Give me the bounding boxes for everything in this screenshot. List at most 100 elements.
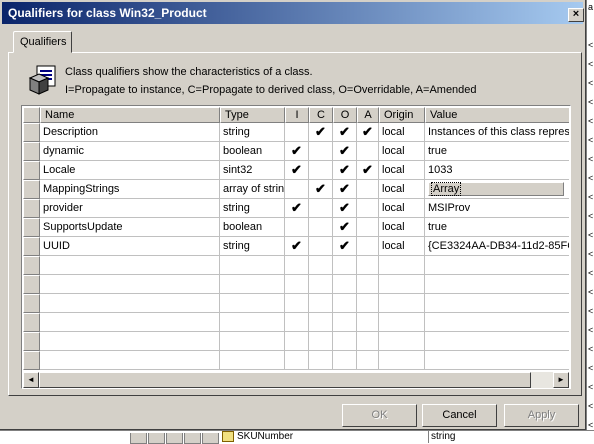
qualifier-a-flag[interactable] <box>357 142 379 161</box>
row-header[interactable] <box>23 351 40 370</box>
qualifier-i-flag[interactable]: ✔ <box>285 199 309 218</box>
cell-name[interactable]: SupportsUpdate <box>40 218 220 237</box>
cell-name[interactable]: MappingStrings <box>40 180 220 199</box>
cell-value[interactable]: true <box>425 142 569 161</box>
row-header[interactable] <box>23 256 40 275</box>
qualifier-i-flag[interactable] <box>285 180 309 199</box>
qualifier-a-flag[interactable] <box>357 218 379 237</box>
qualifier-i-flag[interactable] <box>285 123 309 142</box>
cancel-button[interactable]: Cancel <box>422 404 497 427</box>
qualifier-c-flag[interactable] <box>309 142 333 161</box>
empty-cell <box>357 332 379 351</box>
qualifier-c-flag[interactable] <box>309 237 333 256</box>
cell-value[interactable]: Array <box>425 180 569 199</box>
close-button[interactable]: × <box>568 8 584 22</box>
row-header[interactable] <box>23 123 40 142</box>
cell-origin[interactable]: local <box>379 237 425 256</box>
column-header-a[interactable]: A <box>357 107 379 123</box>
background-glyph: < <box>588 116 594 126</box>
qualifier-a-flag[interactable]: ✔ <box>357 161 379 180</box>
qualifier-a-flag[interactable]: ✔ <box>357 123 379 142</box>
column-header-c[interactable]: C <box>309 107 333 123</box>
row-header[interactable] <box>23 142 40 161</box>
cell-name[interactable]: Locale <box>40 161 220 180</box>
cell-type[interactable]: string <box>220 199 285 218</box>
apply-button[interactable]: Apply <box>504 404 579 427</box>
qualifier-c-flag[interactable]: ✔ <box>309 123 333 142</box>
background-glyph: < <box>588 382 594 392</box>
background-glyph: < <box>588 306 594 316</box>
cell-origin[interactable]: local <box>379 180 425 199</box>
column-header-type[interactable]: Type <box>220 107 285 123</box>
qualifier-c-flag[interactable] <box>309 161 333 180</box>
cell-type[interactable]: sint32 <box>220 161 285 180</box>
column-header-origin[interactable]: Origin <box>379 107 425 123</box>
empty-cell <box>425 332 569 351</box>
cell-value[interactable]: MSIProv <box>425 199 569 218</box>
qualifier-a-flag[interactable] <box>357 237 379 256</box>
cell-value[interactable]: {CE3324AA-DB34-11d2-85FC <box>425 237 569 256</box>
cell-name[interactable]: provider <box>40 199 220 218</box>
row-header[interactable] <box>23 180 40 199</box>
cell-origin[interactable]: local <box>379 199 425 218</box>
tab-qualifiers[interactable]: Qualifiers <box>13 31 72 53</box>
qualifiers-grid[interactable]: Name Type I C O A Origin Value Description string… <box>21 105 571 389</box>
row-header[interactable] <box>23 294 40 313</box>
scroll-right-icon[interactable]: ► <box>553 372 569 388</box>
row-header[interactable] <box>23 218 40 237</box>
qualifier-c-flag[interactable] <box>309 199 333 218</box>
cell-type[interactable]: array of string <box>220 180 285 199</box>
cell-name[interactable]: Description <box>40 123 220 142</box>
cell-origin[interactable]: local <box>379 218 425 237</box>
column-header-value[interactable]: Value <box>425 107 569 123</box>
cell-name[interactable]: UUID <box>40 237 220 256</box>
background-glyph: < <box>588 59 594 69</box>
horizontal-scrollbar[interactable]: ◄ ► <box>23 372 569 388</box>
qualifier-o-flag[interactable]: ✔ <box>333 123 357 142</box>
column-header-o[interactable]: O <box>333 107 357 123</box>
cell-type[interactable]: boolean <box>220 218 285 237</box>
cell-value[interactable]: 1033 <box>425 161 569 180</box>
cell-value[interactable]: true <box>425 218 569 237</box>
cell-type[interactable]: boolean <box>220 142 285 161</box>
empty-cell <box>40 351 220 370</box>
qualifiers-dialog: Qualifiers for class Win32_Product × Qua… <box>0 0 586 430</box>
qualifier-o-flag[interactable]: ✔ <box>333 180 357 199</box>
qualifier-i-flag[interactable] <box>285 218 309 237</box>
qualifier-o-flag[interactable]: ✔ <box>333 161 357 180</box>
cell-name[interactable]: dynamic <box>40 142 220 161</box>
empty-cell <box>285 294 309 313</box>
qualifier-c-flag[interactable]: ✔ <box>309 180 333 199</box>
qualifier-o-flag[interactable]: ✔ <box>333 142 357 161</box>
row-header[interactable] <box>23 161 40 180</box>
column-header-name[interactable]: Name <box>40 107 220 123</box>
row-header[interactable] <box>23 237 40 256</box>
cell-type[interactable]: string <box>220 237 285 256</box>
qualifier-i-flag[interactable]: ✔ <box>285 237 309 256</box>
column-header-i[interactable]: I <box>285 107 309 123</box>
title-bar[interactable]: Qualifiers for class Win32_Product × <box>2 2 584 24</box>
background-property-type: string <box>428 431 455 443</box>
array-value-button[interactable]: Array <box>428 182 564 196</box>
qualifier-o-flag[interactable]: ✔ <box>333 199 357 218</box>
scroll-thumb[interactable] <box>39 372 531 388</box>
scroll-left-icon[interactable]: ◄ <box>23 372 39 388</box>
qualifier-c-flag[interactable] <box>309 218 333 237</box>
empty-cell <box>379 256 425 275</box>
row-header[interactable] <box>23 332 40 351</box>
qualifier-o-flag[interactable]: ✔ <box>333 237 357 256</box>
qualifier-i-flag[interactable]: ✔ <box>285 161 309 180</box>
qualifier-i-flag[interactable]: ✔ <box>285 142 309 161</box>
qualifier-o-flag[interactable]: ✔ <box>333 218 357 237</box>
cell-origin[interactable]: local <box>379 142 425 161</box>
ok-button[interactable]: OK <box>342 404 417 427</box>
row-header[interactable] <box>23 275 40 294</box>
row-header[interactable] <box>23 199 40 218</box>
cell-origin[interactable]: local <box>379 123 425 142</box>
cell-value[interactable]: Instances of this class represe <box>425 123 569 142</box>
cell-origin[interactable]: local <box>379 161 425 180</box>
cell-type[interactable]: string <box>220 123 285 142</box>
row-header[interactable] <box>23 313 40 332</box>
qualifier-a-flag[interactable] <box>357 199 379 218</box>
qualifier-a-flag[interactable] <box>357 180 379 199</box>
